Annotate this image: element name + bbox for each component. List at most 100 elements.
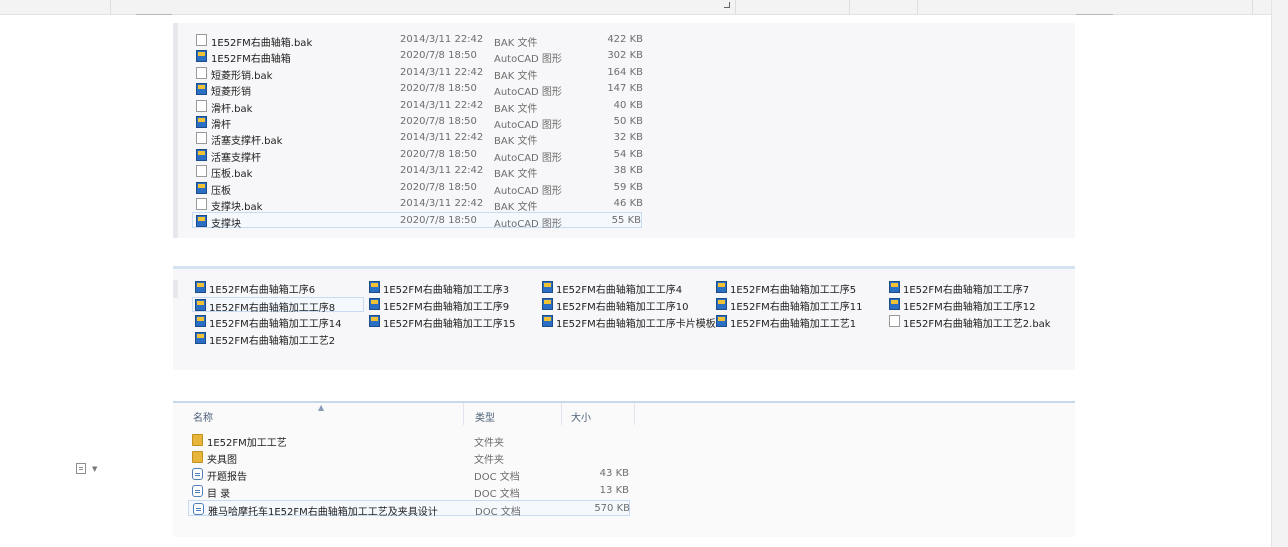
bak-file-icon <box>889 315 900 327</box>
file-list-row[interactable]: 目 录 DOC 文档 13 KB <box>188 483 630 500</box>
folder-icon <box>192 451 203 463</box>
header-divider[interactable] <box>634 403 635 425</box>
document-icon[interactable] <box>76 463 86 474</box>
dropdown-arrow-icon[interactable]: ▼ <box>92 465 97 473</box>
header-type[interactable]: 类型 <box>475 409 495 424</box>
file-size: 55 KB <box>611 215 641 227</box>
grid-file-item[interactable]: 1E52FM右曲轴箱加工工序9 <box>367 297 539 313</box>
grid-file-item[interactable]: 1E52FM右曲轴箱加工工序12 <box>887 297 1059 313</box>
toolbar-divider <box>917 0 918 14</box>
file-name: 1E52FM右曲轴箱加工工序14 <box>209 319 342 330</box>
file-type: DOC 文档 <box>475 507 521 518</box>
grid-file-item[interactable]: 1E52FM右曲轴箱加工工序5 <box>714 280 886 296</box>
autocad-drawing-icon <box>889 281 900 293</box>
file-list-row[interactable]: 活塞支撑杆.bak 2014/3/11 22:42 BAK 文件 32 KB <box>193 130 643 147</box>
autocad-drawing-icon <box>542 298 553 310</box>
autocad-drawing-icon <box>369 315 380 327</box>
grid-file-item[interactable]: 1E52FM右曲轴箱加工工序14 <box>193 314 365 330</box>
file-type: 文件夹 <box>474 455 504 466</box>
file-list-row[interactable]: 活塞支撑杆 2020/7/8 18:50 AutoCAD 图形 54 KB <box>193 147 643 164</box>
vertical-scrollbar[interactable] <box>1271 0 1288 547</box>
autocad-drawing-icon <box>716 281 727 293</box>
toolbar-divider <box>849 0 850 14</box>
panel-top-border <box>173 266 1075 269</box>
file-type: BAK 文件 <box>494 103 538 115</box>
autocad-drawing-icon <box>542 315 553 327</box>
file-list-row[interactable]: 夹具图 文件夹 <box>188 449 630 466</box>
file-list-row[interactable]: 开题报告 DOC 文档 43 KB <box>188 466 630 483</box>
file-name: 1E52FM右曲轴箱加工工序10 <box>556 302 689 313</box>
file-list-row[interactable]: 短菱形销 2020/7/8 18:50 AutoCAD 图形 147 KB <box>193 81 643 99</box>
file-date: 2020/7/8 18:50 <box>400 116 477 127</box>
autocad-drawing-icon <box>196 181 207 194</box>
grid-file-item[interactable]: 1E52FM右曲轴箱加工工序7 <box>887 280 1059 296</box>
grid-file-item[interactable]: 1E52FM右曲轴箱加工工艺1 <box>714 314 886 330</box>
toolbar-divider <box>110 0 111 14</box>
file-name: 1E52FM右曲轴箱加工工序4 <box>556 285 683 296</box>
file-list-row[interactable]: 雅马哈摩托车1E52FM右曲轴箱加工工艺及夹具设计 DOC 文档 570 KB <box>188 500 630 518</box>
file-name: 1E52FM右曲轴箱加工工序卡片模板... <box>556 319 726 330</box>
grid-file-item[interactable]: 1E52FM右曲轴箱加工工序15 <box>367 314 539 330</box>
file-name: 1E52FM右曲轴箱加工工艺2 <box>209 336 336 347</box>
file-type: BAK 文件 <box>494 70 538 82</box>
sort-up-icon[interactable]: ▲ <box>318 403 324 412</box>
grid-file-item[interactable]: 1E52FM右曲轴箱工序6 <box>193 280 365 296</box>
file-list-row[interactable]: 短菱形销.bak 2014/3/11 22:42 BAK 文件 164 KB <box>193 65 643 82</box>
file-name: 短菱形销 <box>211 87 251 99</box>
grid-file-item[interactable]: 1E52FM右曲轴箱加工工序8 <box>192 297 364 314</box>
file-type: BAK 文件 <box>494 38 538 49</box>
file-size: 147 KB <box>607 83 643 95</box>
autocad-drawing-icon <box>195 299 206 311</box>
file-date: 2014/3/11 22:42 <box>400 34 484 45</box>
header-divider[interactable] <box>463 403 464 425</box>
grid-file-item[interactable]: 1E52FM右曲轴箱加工工艺2.bak <box>887 314 1059 330</box>
file-type: AutoCAD 图形 <box>494 87 562 99</box>
grid-file-item[interactable]: 1E52FM右曲轴箱加工工序11 <box>714 297 886 313</box>
grid-file-item[interactable]: 1E52FM右曲轴箱加工工序10 <box>540 297 712 313</box>
file-list-row[interactable]: 支撑块.bak 2014/3/11 22:42 BAK 文件 46 KB <box>193 196 643 213</box>
bak-file-icon <box>196 132 207 145</box>
file-size: 40 KB <box>613 99 643 111</box>
file-name: 1E52FM右曲轴箱加工工艺2.bak <box>903 319 1051 330</box>
file-list-row[interactable]: 压板 2020/7/8 18:50 AutoCAD 图形 59 KB <box>193 180 643 197</box>
file-name: 1E52FM右曲轴箱加工工序7 <box>903 285 1030 296</box>
file-size: 50 KB <box>613 116 643 127</box>
grid-file-item[interactable]: 1E52FM右曲轴箱加工工序卡片模板... <box>540 314 725 330</box>
bak-file-icon <box>196 66 207 79</box>
file-size: 13 KB <box>599 485 629 496</box>
ruler-line <box>136 14 172 15</box>
file-list-row[interactable]: 支撑块 2020/7/8 18:50 AutoCAD 图形 55 KB <box>192 212 642 230</box>
file-list-row[interactable]: 1E52FM右曲轴箱.bak 2014/3/11 22:42 BAK 文件 422 K… <box>193 32 643 49</box>
doc-file-icon <box>192 485 203 497</box>
header-divider[interactable] <box>561 403 562 425</box>
file-list-panel-1: 1E52FM右曲轴箱.bak 2014/3/11 22:42 BAK 文件 422 K… <box>173 23 1075 238</box>
file-list-row[interactable]: 滑杆 2020/7/8 18:50 AutoCAD 图形 50 KB <box>193 114 643 131</box>
file-list-row[interactable]: 滑杆.bak 2014/3/11 22:42 BAK 文件 40 KB <box>193 98 643 115</box>
file-name: 1E52FM加工工艺 <box>207 438 287 449</box>
bak-file-icon <box>196 198 207 210</box>
file-name: 压板.bak <box>211 169 253 181</box>
toolbar-divider <box>1252 0 1253 14</box>
file-date: 2020/7/8 18:50 <box>400 215 477 227</box>
file-list-row[interactable]: 1E52FM右曲轴箱 2020/7/8 18:50 AutoCAD 图形 302 KB <box>193 48 643 65</box>
file-list-row[interactable]: 1E52FM加工工艺 文件夹 <box>188 432 630 449</box>
bak-file-icon <box>196 165 207 178</box>
bak-file-icon <box>196 34 207 46</box>
file-list-row[interactable]: 压板.bak 2014/3/11 22:42 BAK 文件 38 KB <box>193 163 643 181</box>
grid-file-item[interactable]: 1E52FM右曲轴箱加工工序4 <box>540 280 712 296</box>
folder-icon <box>192 434 203 446</box>
file-size: 164 KB <box>607 66 643 78</box>
file-name: 短菱形销.bak <box>211 70 273 82</box>
file-type: AutoCAD 图形 <box>494 152 562 164</box>
autocad-drawing-icon <box>195 315 206 327</box>
file-name: 开题报告 <box>207 472 247 483</box>
file-type: 文件夹 <box>474 438 504 449</box>
header-name[interactable]: 名称 <box>193 409 213 424</box>
grid-file-item[interactable]: 1E52FM右曲轴箱加工工序3 <box>367 280 539 296</box>
autocad-drawing-icon <box>716 298 727 310</box>
file-name: 滑杆.bak <box>211 103 253 115</box>
resize-corner-icon[interactable] <box>724 2 730 8</box>
header-size[interactable]: 大小 <box>571 409 591 424</box>
file-date: 2020/7/8 18:50 <box>400 181 477 193</box>
grid-file-item[interactable]: 1E52FM右曲轴箱加工工艺2 <box>193 331 365 347</box>
